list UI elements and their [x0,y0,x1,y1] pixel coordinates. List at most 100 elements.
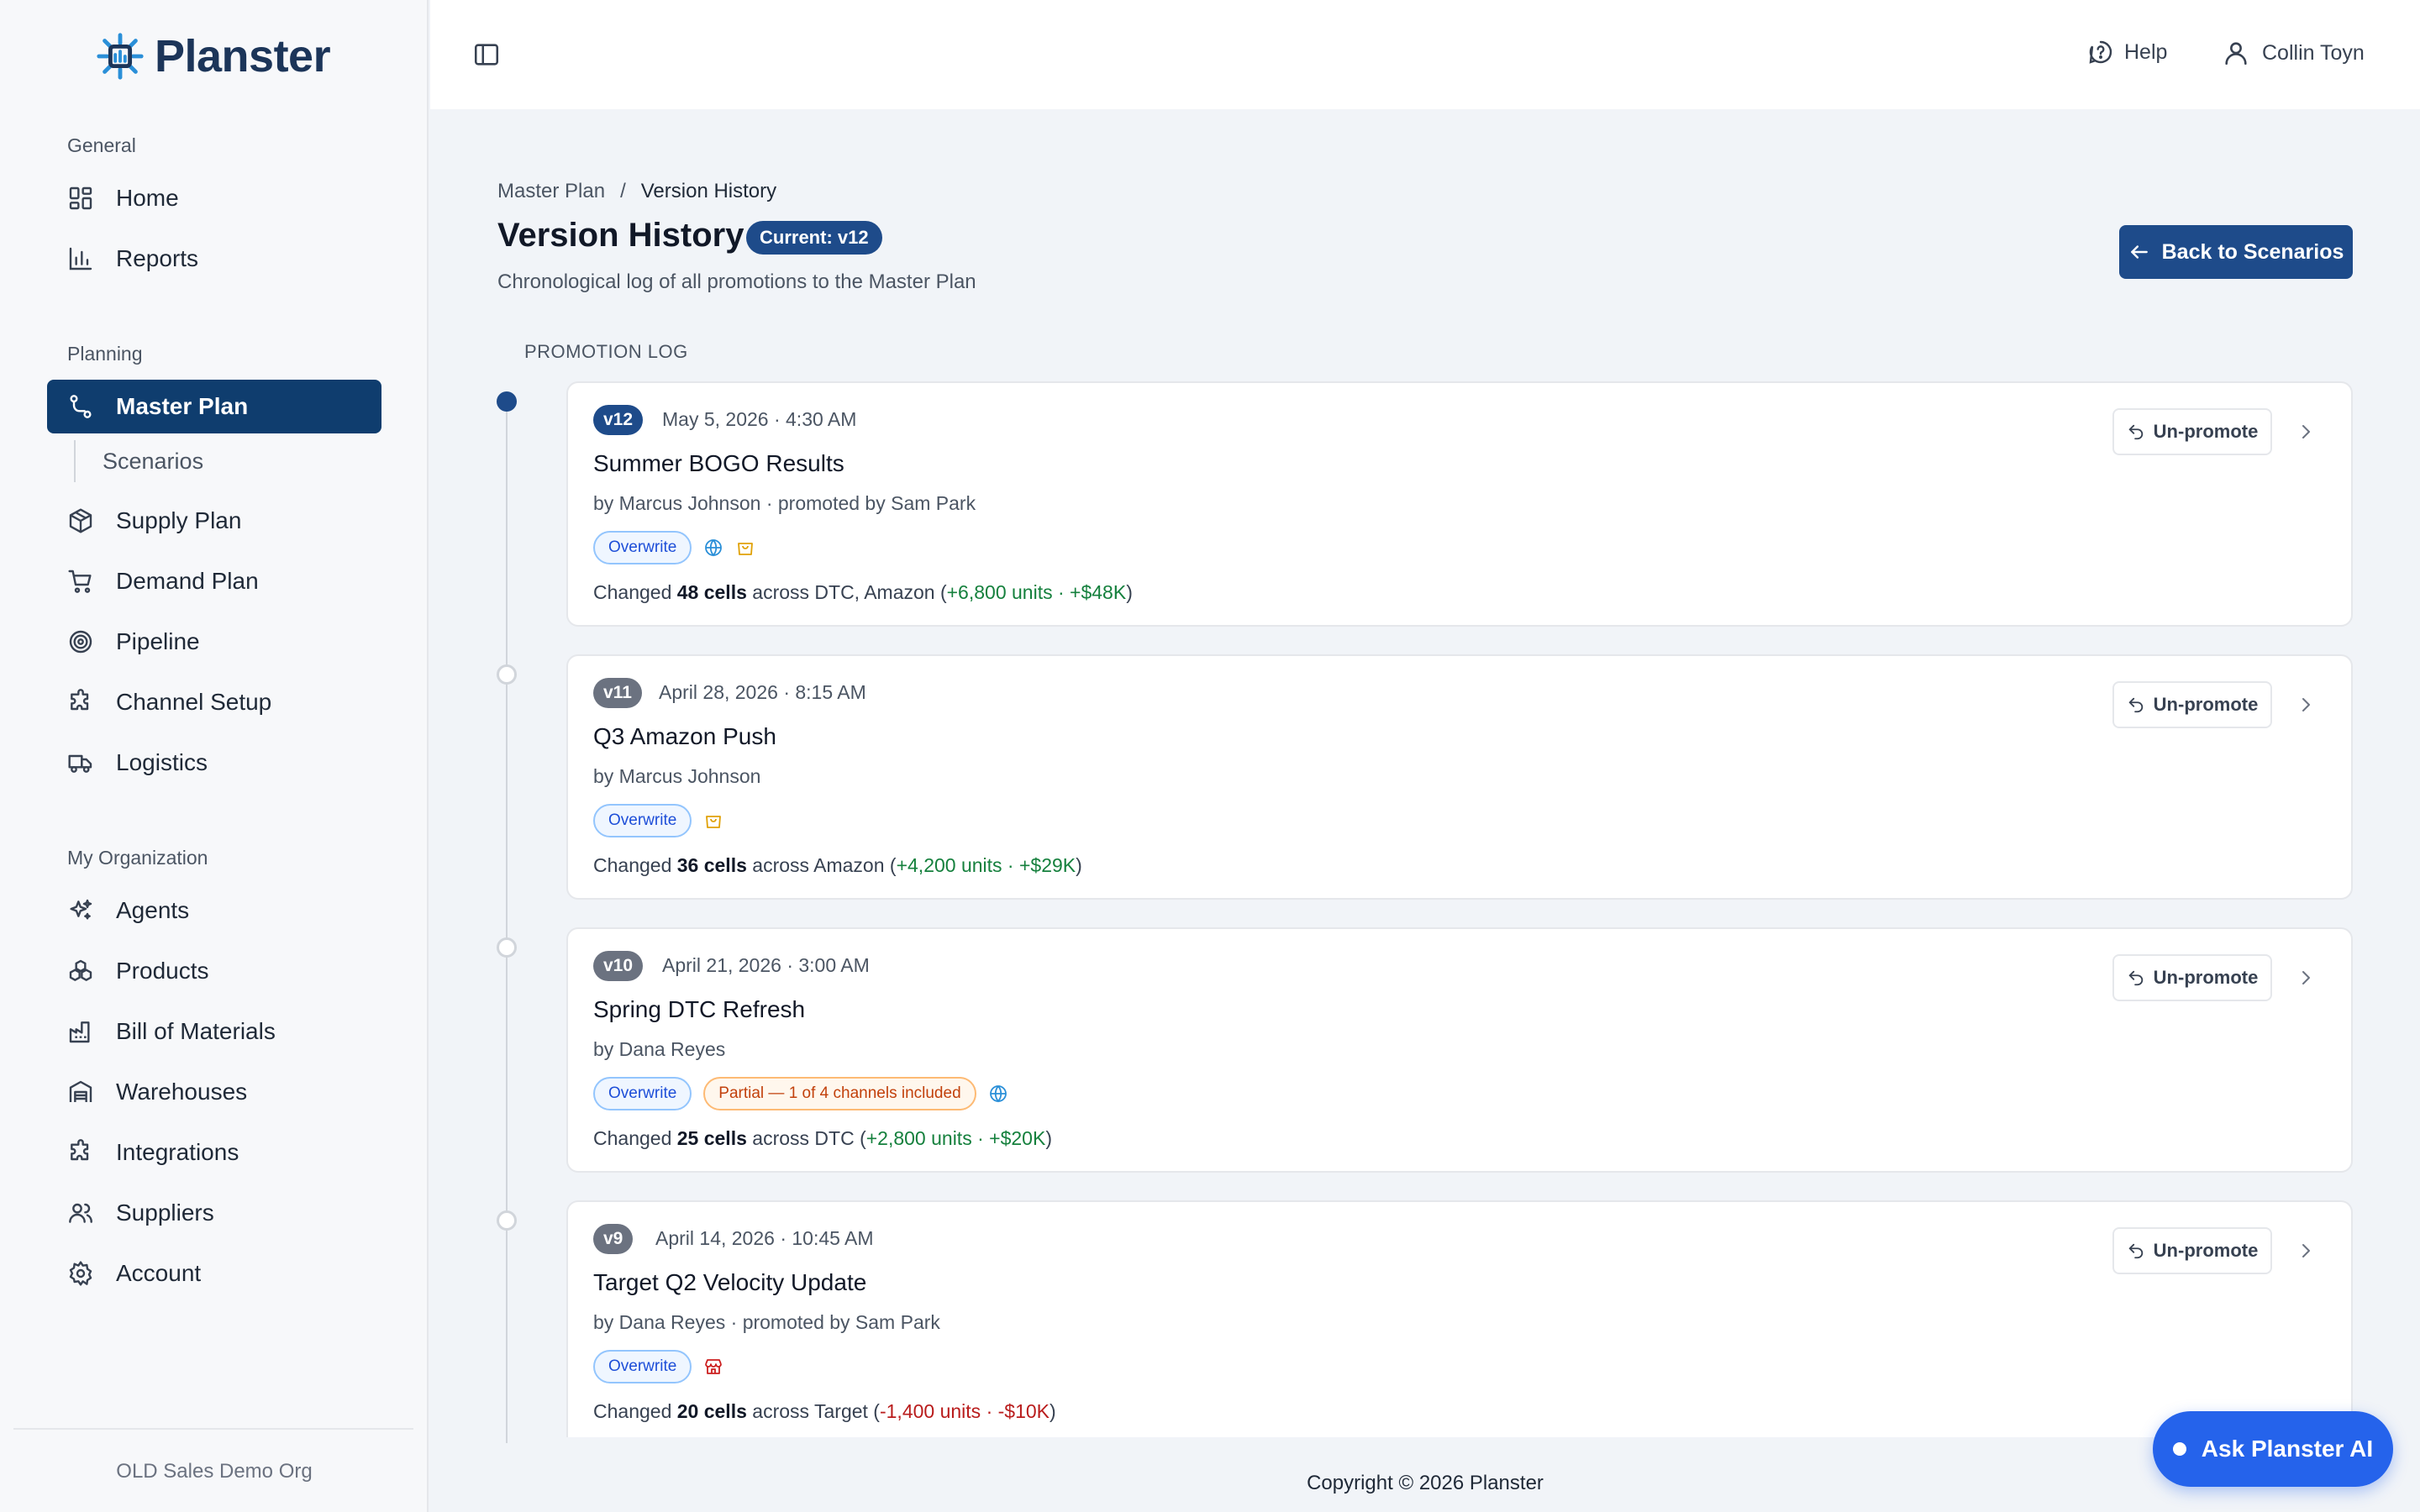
sidebar-item-label: Suppliers [116,1200,214,1226]
sidebar-subitem-scenarios[interactable]: Scenarios [74,440,203,482]
user-icon [2225,42,2247,66]
undo-icon [2128,697,2143,713]
version-title: Spring DTC Refresh [593,996,806,1022]
version-badge: v11 [593,678,642,708]
truck-icon [68,754,92,773]
chevron-right-icon[interactable] [2296,968,2316,988]
version-title: Target Q2 Velocity Update [593,1269,867,1295]
sidebar-item-label: Account [116,1260,202,1286]
sidebar-item-supply-plan[interactable]: Supply Plan [47,494,381,548]
change-summary: Changed 25 cells across DTC (+2,800 unit… [593,1127,1052,1149]
current-version-badge: Current: v12 [746,221,882,255]
breadcrumb-separator: / [620,180,626,202]
version-tags: Overwrite [593,531,755,564]
sidebar-item-label: Products [116,958,209,984]
version-badge: v12 [593,405,644,435]
planster-logo-icon [97,33,144,80]
unpromote-button[interactable]: Un-promote [2112,681,2272,728]
ask-planster-ai-button[interactable]: Ask Planster AI [2153,1411,2393,1487]
mode-badge: Overwrite [593,1077,692,1110]
sidebar-item-label: Agents [116,897,190,923]
chevron-right-icon[interactable] [2296,422,2316,442]
sidebar-item-channel-setup[interactable]: Channel Setup [47,675,381,729]
sidebar-item-integrations[interactable]: Integrations [47,1126,381,1179]
sidebar-toggle-icon [474,44,499,66]
route-icon [70,395,92,418]
version-card-v12[interactable]: v12 May 5, 2026 · 4:30 AM Summer BOGO Re… [566,381,2353,627]
sidebar-item-suppliers[interactable]: Suppliers [47,1186,381,1240]
unpromote-button[interactable]: Un-promote [2112,954,2272,1001]
version-card-v9[interactable]: v9 April 14, 2026 · 10:45 AM Target Q2 V… [566,1200,2353,1437]
change-summary: Changed 36 cells across Amazon (+4,200 u… [593,854,1082,876]
sidebar-item-warehouses[interactable]: Warehouses [47,1065,381,1119]
help-label: Help [2124,39,2168,64]
timeline-line [506,402,508,1443]
timeline-dot-current [497,391,517,412]
brand-logo[interactable]: Planster [94,30,331,82]
globe-icon [705,539,723,557]
version-card-v11[interactable]: v11 April 28, 2026 · 8:15 AM Q3 Amazon P… [566,654,2353,900]
footer-copyright: Copyright © 2026 Planster [1307,1472,1544,1494]
unpromote-button[interactable]: Un-promote [2112,1227,2272,1274]
undo-icon [2128,424,2143,440]
sidebar-item-master-plan[interactable]: Master Plan [47,380,381,433]
sidebar-divider [13,1428,413,1430]
mode-badge: Overwrite [593,531,692,564]
page-title: Version History [497,217,744,254]
section-label-general: General [67,134,136,156]
organization-name[interactable]: OLD Sales Demo Org [0,1460,429,1483]
sidebar-item-agents[interactable]: Agents [47,884,381,937]
sidebar-item-pipeline[interactable]: Pipeline [47,615,381,669]
globe-icon [989,1085,1007,1103]
puzzle-icon [71,689,89,711]
cart-icon [68,570,92,593]
chevron-right-icon[interactable] [2296,695,2316,715]
puzzle-icon [71,1139,89,1161]
cells-count: 20 cells [676,1400,747,1422]
sidebar-item-label: Warehouses [116,1079,248,1105]
revenue-delta: +$29K [1019,854,1076,876]
version-card-v10[interactable]: v10 April 21, 2026 · 3:00 AM Spring DTC … [566,927,2353,1173]
sidebar-item-products[interactable]: Products [47,944,381,998]
breadcrumb: Master Plan / Version History [497,180,776,203]
factory-icon [69,1021,90,1043]
sidebar-item-bill-of-materials[interactable]: Bill of Materials [47,1005,381,1058]
units-delta: +2,800 units [865,1127,972,1149]
version-title: Summer BOGO Results [593,450,844,476]
cells-count: 48 cells [676,581,747,603]
bar-chart-icon [69,247,92,270]
help-icon [2089,40,2112,64]
unpromote-label: Un-promote [2153,421,2259,442]
mode-badge: Overwrite [593,1350,692,1383]
chevron-right-icon[interactable] [2296,1241,2316,1261]
back-to-scenarios-button[interactable]: Back to Scenarios [2119,225,2353,279]
sidebar-item-reports[interactable]: Reports [47,232,381,286]
cells-count: 25 cells [676,1127,747,1149]
warehouse-icon [69,1080,92,1102]
sidebar-toggle-button[interactable] [472,40,501,69]
help-button[interactable]: Help [2087,39,2167,66]
timeline-dot [497,664,517,685]
breadcrumb-master-plan[interactable]: Master Plan [497,180,605,203]
sidebar: Planster General Home Reports Planning M… [0,0,429,1512]
store-icon [705,1359,723,1374]
sidebar-item-account[interactable]: Account [47,1247,381,1300]
undo-icon [2128,970,2143,986]
status-dot-icon [2172,1442,2186,1456]
user-menu[interactable]: Collin Toyn [2222,39,2365,67]
back-button-label: Back to Scenarios [2161,239,2344,264]
sidebar-item-home[interactable]: Home [47,171,381,225]
sidebar-item-demand-plan[interactable]: Demand Plan [47,554,381,608]
page-subtitle: Chronological log of all promotions to t… [497,270,976,293]
shopping-bag-icon [738,543,754,555]
unpromote-label: Un-promote [2153,1240,2259,1261]
version-date: April 14, 2026 · 10:45 AM [655,1227,874,1249]
version-tags: Overwrite Partial — 1 of 4 channels incl… [593,1077,1008,1110]
sidebar-item-logistics[interactable]: Logistics [47,736,381,790]
unpromote-button[interactable]: Un-promote [2112,408,2272,455]
sidebar-item-label: Bill of Materials [116,1018,276,1044]
sidebar-item-label: Demand Plan [116,568,259,594]
version-author: by Dana Reyes [593,1038,726,1060]
units-delta: +6,800 units [946,581,1053,603]
partial-badge: Partial — 1 of 4 channels included [703,1077,976,1110]
